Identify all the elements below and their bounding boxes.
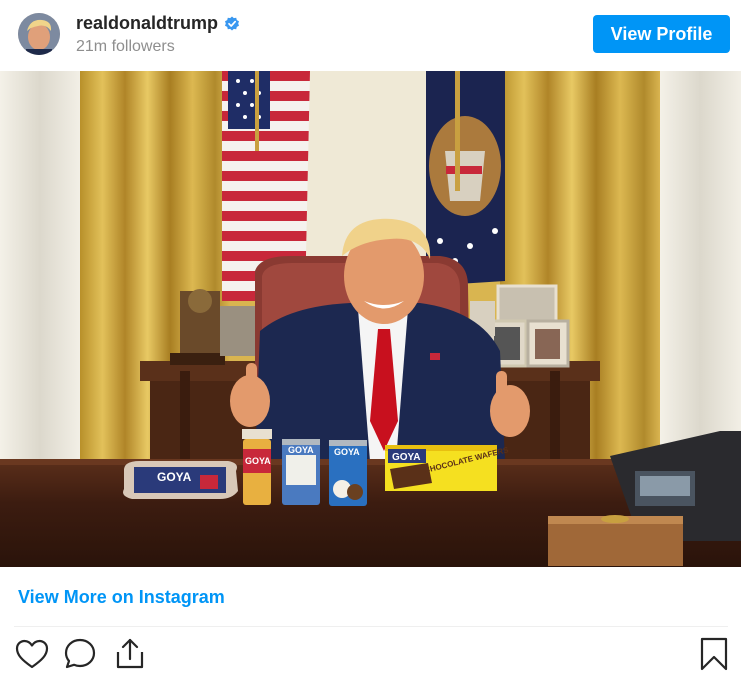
svg-text:GOYA: GOYA xyxy=(157,470,192,484)
avatar-image xyxy=(18,13,60,55)
post-photo-image: GOYA GOYA GOYA GOYA GOYA CHOCOLATE WAFER… xyxy=(0,71,741,567)
heart-icon[interactable] xyxy=(14,636,50,672)
share-icon[interactable] xyxy=(112,636,148,672)
bookmark-icon[interactable] xyxy=(696,636,732,672)
svg-text:GOYA: GOYA xyxy=(334,447,360,457)
presidential-flag xyxy=(426,71,505,286)
divider xyxy=(14,626,728,627)
avatar[interactable] xyxy=(18,13,60,55)
svg-text:GOYA: GOYA xyxy=(288,445,314,455)
post-header: realdonaldtrump 21m followers View Profi… xyxy=(0,0,741,70)
goya-adobo-jar: GOYA xyxy=(242,429,272,505)
post-photo[interactable]: GOYA GOYA GOYA GOYA GOYA CHOCOLATE WAFER… xyxy=(0,71,741,567)
followers-count: 21m followers xyxy=(76,38,175,55)
comment-icon[interactable] xyxy=(62,636,98,672)
goya-white-beans-can: GOYA xyxy=(282,439,320,505)
goya-chocolate-wafers-box: GOYA CHOCOLATE WAFERS xyxy=(385,445,510,491)
action-bar xyxy=(0,636,741,676)
view-profile-button[interactable]: View Profile xyxy=(593,15,730,53)
verified-badge-icon xyxy=(225,16,240,30)
goya-beans-bag: GOYA xyxy=(123,461,238,499)
goya-coconut-milk-can: GOYA xyxy=(329,440,367,506)
view-more-link[interactable]: View More on Instagram xyxy=(18,587,225,608)
svg-text:GOYA: GOYA xyxy=(392,452,421,463)
username[interactable]: realdonaldtrump xyxy=(76,13,218,34)
username-row: realdonaldtrump xyxy=(76,13,240,34)
instagram-embed-card: realdonaldtrump 21m followers View Profi… xyxy=(0,0,741,685)
svg-text:GOYA: GOYA xyxy=(245,456,271,466)
